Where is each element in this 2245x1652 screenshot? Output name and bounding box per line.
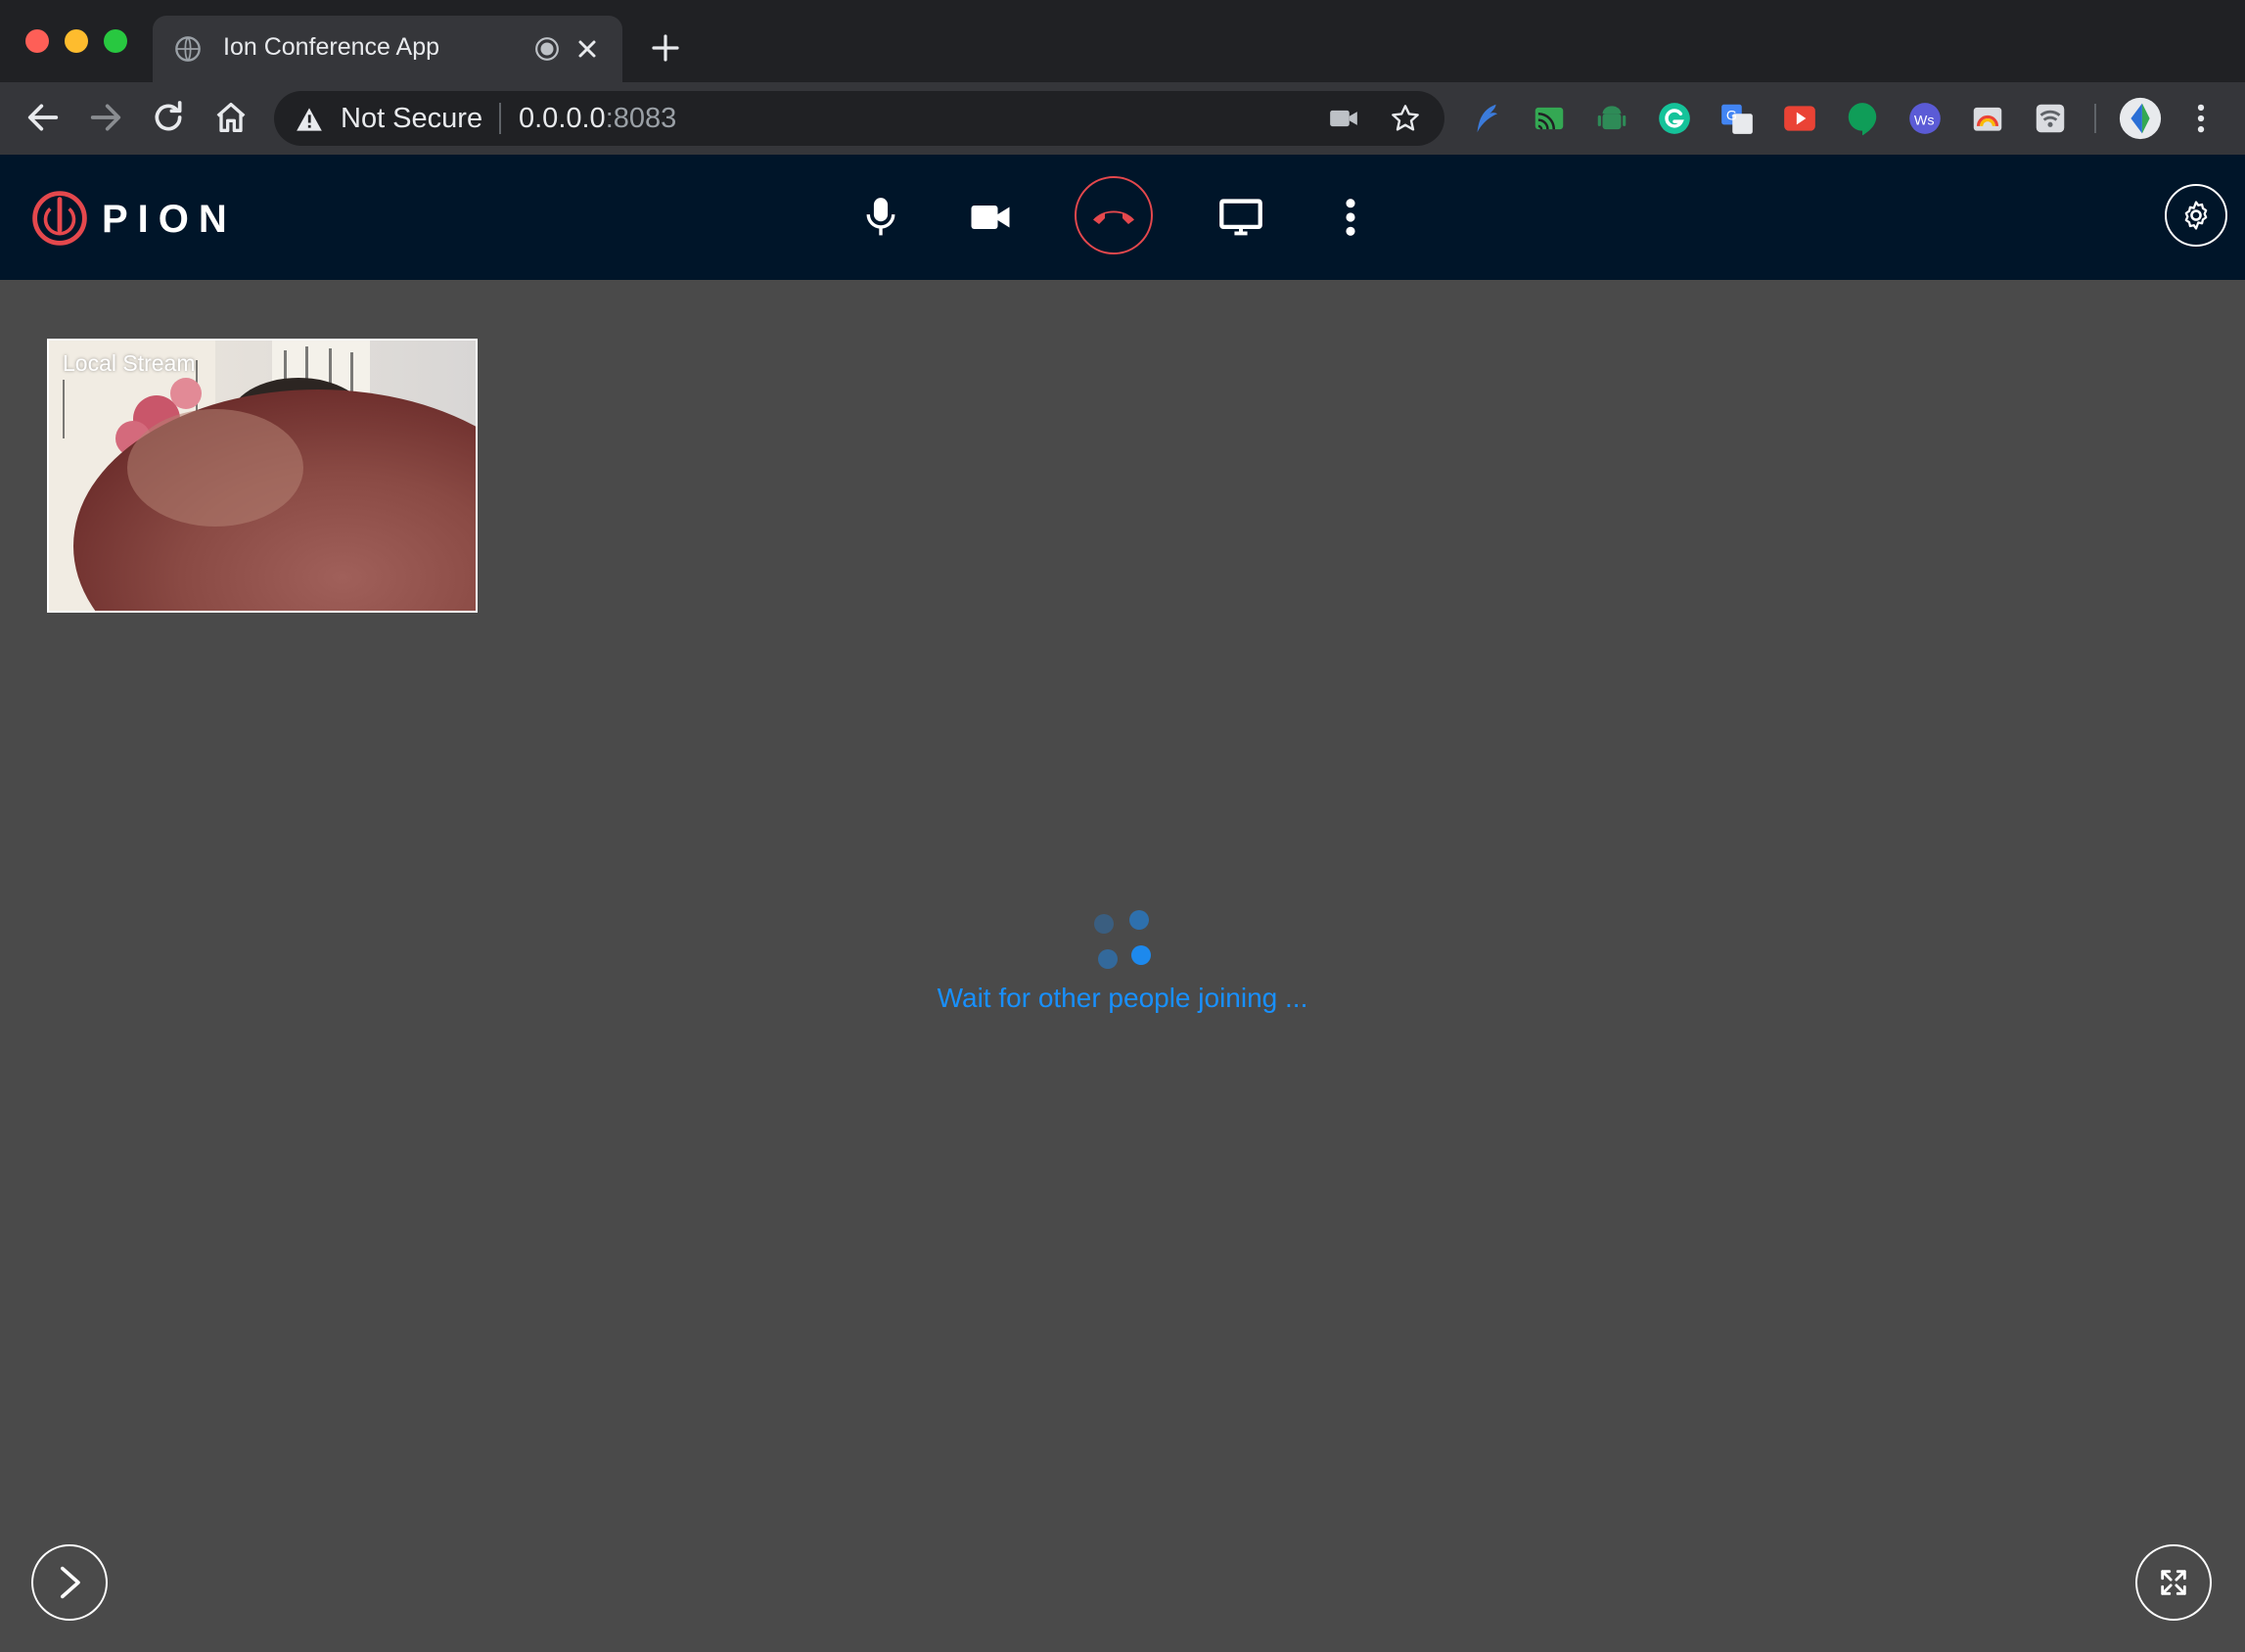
spinner-dot: [1098, 949, 1118, 969]
close-window-button[interactable]: [25, 29, 49, 53]
android-extension-icon[interactable]: [1593, 100, 1630, 137]
browser-tab[interactable]: Ion Conference App: [153, 16, 622, 82]
svg-text:Ws: Ws: [1914, 113, 1935, 128]
hang-up-button[interactable]: [1075, 176, 1153, 254]
close-tab-icon[interactable]: [575, 37, 599, 61]
bookmark-star-icon[interactable]: [1390, 103, 1421, 134]
cast-extension-icon[interactable]: [1531, 100, 1568, 137]
translate-extension-icon[interactable]: G: [1718, 100, 1756, 137]
url-host: 0.0.0.0: [519, 103, 606, 134]
microphone-icon: [866, 198, 895, 236]
local-stream-label: Local Stream: [63, 350, 196, 376]
pion-logo-icon: [32, 191, 87, 246]
rainbow-extension-icon[interactable]: [1969, 100, 2006, 137]
hang-up-icon: [1093, 210, 1134, 224]
local-video-frame: [49, 341, 476, 611]
minimize-window-button[interactable]: [65, 29, 88, 53]
fullscreen-button[interactable]: [2135, 1544, 2212, 1621]
settings-button[interactable]: [2165, 184, 2227, 247]
reload-icon[interactable]: [149, 98, 188, 137]
fullscreen-icon: [2161, 1570, 2186, 1595]
microphone-button[interactable]: [851, 188, 910, 247]
screen-share-icon: [1219, 199, 1262, 236]
spinner-dot: [1094, 914, 1114, 934]
browser-menu-icon[interactable]: [2182, 100, 2220, 137]
logo-text: PION: [102, 198, 237, 241]
address-bar[interactable]: Not Secure 0.0.0.0:8083: [274, 91, 1444, 146]
spinner-dot: [1129, 910, 1149, 930]
screen-share-button[interactable]: [1212, 188, 1270, 247]
recording-indicator-icon: [535, 37, 559, 61]
globe-icon: [175, 36, 201, 62]
feather-extension-icon[interactable]: [1468, 100, 1505, 137]
back-arrow-icon[interactable]: [23, 98, 63, 137]
url-port: :8083: [605, 103, 677, 134]
more-options-icon: [1346, 199, 1355, 236]
extensions-divider: [2094, 104, 2096, 133]
home-icon[interactable]: [211, 98, 251, 137]
svg-text:G: G: [1726, 109, 1737, 124]
video-camera-icon: [971, 206, 1010, 229]
camera-button[interactable]: [961, 188, 1020, 247]
forward-arrow-icon[interactable]: [86, 98, 125, 137]
open-chat-panel-button[interactable]: [31, 1544, 108, 1621]
url-text[interactable]: 0.0.0.0:8083: [519, 103, 676, 135]
profile-avatar-icon[interactable]: [2118, 96, 2163, 141]
local-video-preview[interactable]: Local Stream: [47, 339, 478, 613]
more-options-button[interactable]: [1321, 188, 1380, 247]
gear-icon: [2184, 201, 2208, 230]
grammarly-extension-icon[interactable]: [1656, 100, 1693, 137]
security-status-label[interactable]: Not Secure: [341, 103, 482, 135]
spinner-dot: [1131, 945, 1151, 965]
wifi-extension-icon[interactable]: [2032, 100, 2069, 137]
hangouts-extension-icon[interactable]: [1844, 100, 1881, 137]
waiting-message: Wait for other people joining ...: [937, 983, 1308, 1013]
tab-title: Ion Conference App: [223, 33, 439, 61]
browser-title-bar: Ion Conference App: [0, 0, 2245, 82]
browser-toolbar: Not Secure 0.0.0.0:8083 G Ws: [0, 82, 2245, 155]
camera-in-use-icon[interactable]: [1329, 107, 1358, 130]
chevron-right-icon: [61, 1566, 80, 1599]
warning-icon[interactable]: [296, 107, 323, 132]
loading-spinner: [1090, 910, 1151, 969]
maximize-window-button[interactable]: [104, 29, 127, 53]
new-tab-icon[interactable]: [650, 32, 681, 64]
app-header: PION: [0, 155, 2245, 280]
youtube-extension-icon[interactable]: [1781, 100, 1818, 137]
ws-extension-icon[interactable]: Ws: [1906, 100, 1944, 137]
address-divider: [499, 103, 501, 134]
